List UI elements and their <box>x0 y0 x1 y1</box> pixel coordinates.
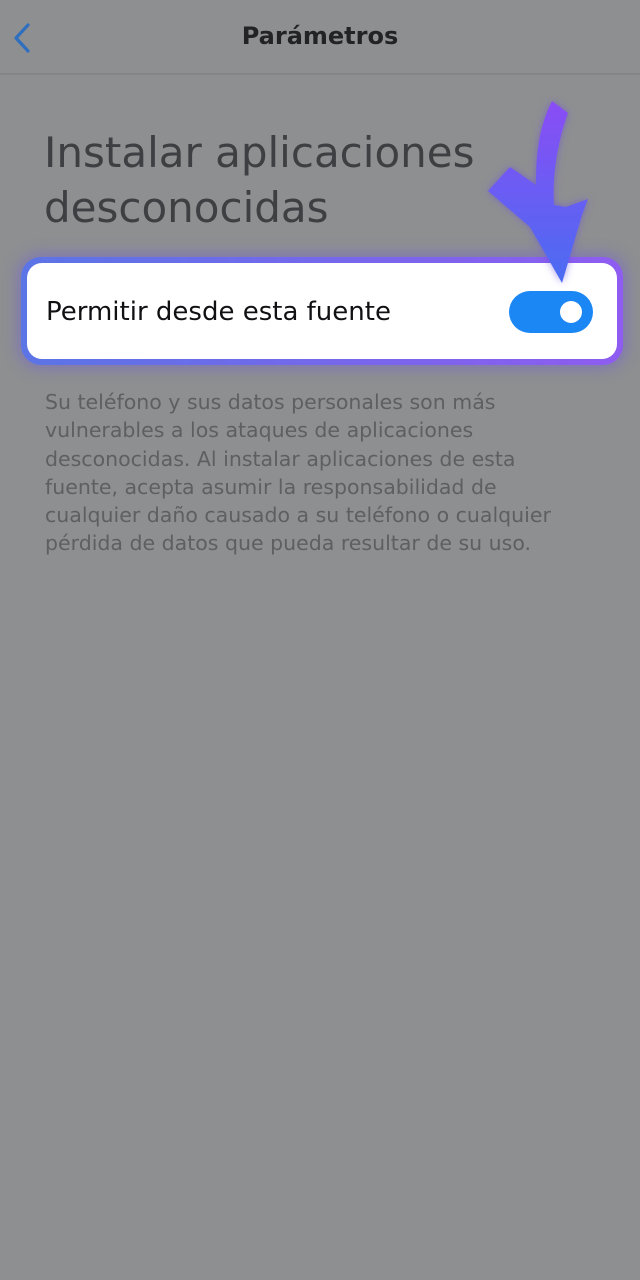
arrow-down-icon <box>488 101 588 283</box>
warning-description: Su teléfono y sus datos personales son m… <box>45 390 551 556</box>
page-title: Parámetros <box>241 22 399 50</box>
top-navigation-bar: Parámetros <box>0 0 640 75</box>
toggle-knob <box>560 301 582 323</box>
setting-label: Permitir desde esta fuente <box>46 297 391 327</box>
allow-source-toggle[interactable] <box>509 291 593 333</box>
